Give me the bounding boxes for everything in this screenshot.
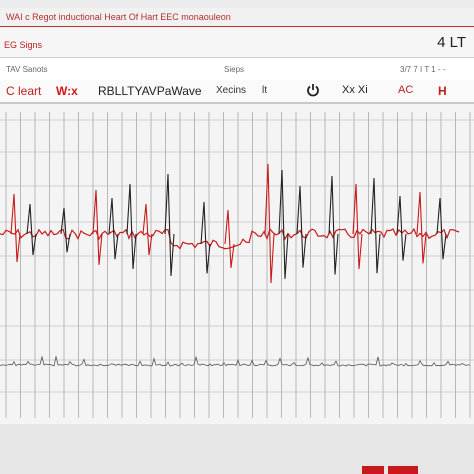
ecg-spike	[264, 163, 275, 284]
ecg-spike	[416, 191, 427, 264]
sub-right-label: 3/7 7 I T 1 - -	[400, 65, 446, 74]
ecg-trace-lower	[0, 355, 471, 367]
secs-button[interactable]: Xecins	[216, 85, 246, 96]
sub-center-label: Sieps	[224, 65, 245, 74]
ecg-spike	[142, 203, 153, 256]
it-button[interactable]: lt	[262, 85, 267, 96]
alarm-indicator	[362, 466, 384, 474]
wave-selector[interactable]: RBLLTYAVPaWave	[98, 84, 202, 98]
ecg-spike	[10, 193, 21, 263]
ecg-spike	[396, 195, 407, 261]
ecg-spike	[200, 201, 211, 274]
ecg-spike	[108, 197, 119, 260]
alarm-indicator-2	[388, 466, 418, 474]
ac-button[interactable]: AC	[398, 84, 413, 96]
power-icon[interactable]	[306, 83, 320, 100]
heart-tab[interactable]: C leart	[6, 84, 41, 98]
lead-indicator: 4 LT	[437, 34, 466, 51]
ecg-spike	[278, 169, 289, 279]
ecg-monitor-window: WAI c Regot inductional Heart Of Hart EE…	[0, 0, 474, 474]
toolbar: C leart W:x RBLLTYAVPaWave Xecins lt Xx …	[0, 80, 474, 104]
h-button[interactable]: H	[438, 84, 447, 98]
ecg-spike	[370, 177, 381, 274]
window-title-bar: WAI c Regot inductional Heart Of Hart EE…	[0, 8, 474, 27]
ecg-spike	[436, 197, 447, 260]
window-title: WAI c Regot inductional Heart Of Hart EE…	[6, 12, 231, 22]
signals-label: EG Signs	[4, 40, 43, 50]
ecg-spike	[296, 185, 307, 268]
xx-button[interactable]: Xx Xi	[342, 84, 368, 96]
bottom-strip	[0, 424, 474, 474]
header-row: EG Signs 4 LT	[0, 27, 474, 58]
ecg-chart-area	[0, 104, 474, 424]
ecg-spike	[26, 203, 37, 256]
ecg-spike	[164, 173, 175, 277]
ecg-spike	[224, 209, 235, 268]
wx-button[interactable]: W:x	[56, 84, 78, 98]
ecg-spike	[92, 189, 103, 265]
ecg-spike	[328, 175, 339, 275]
ecg-trace-canvas	[0, 112, 474, 418]
subheader-row: TAV Sanots Sieps 3/7 7 I T 1 - -	[0, 58, 474, 81]
sub-left-label: TAV Sanots	[6, 65, 48, 74]
